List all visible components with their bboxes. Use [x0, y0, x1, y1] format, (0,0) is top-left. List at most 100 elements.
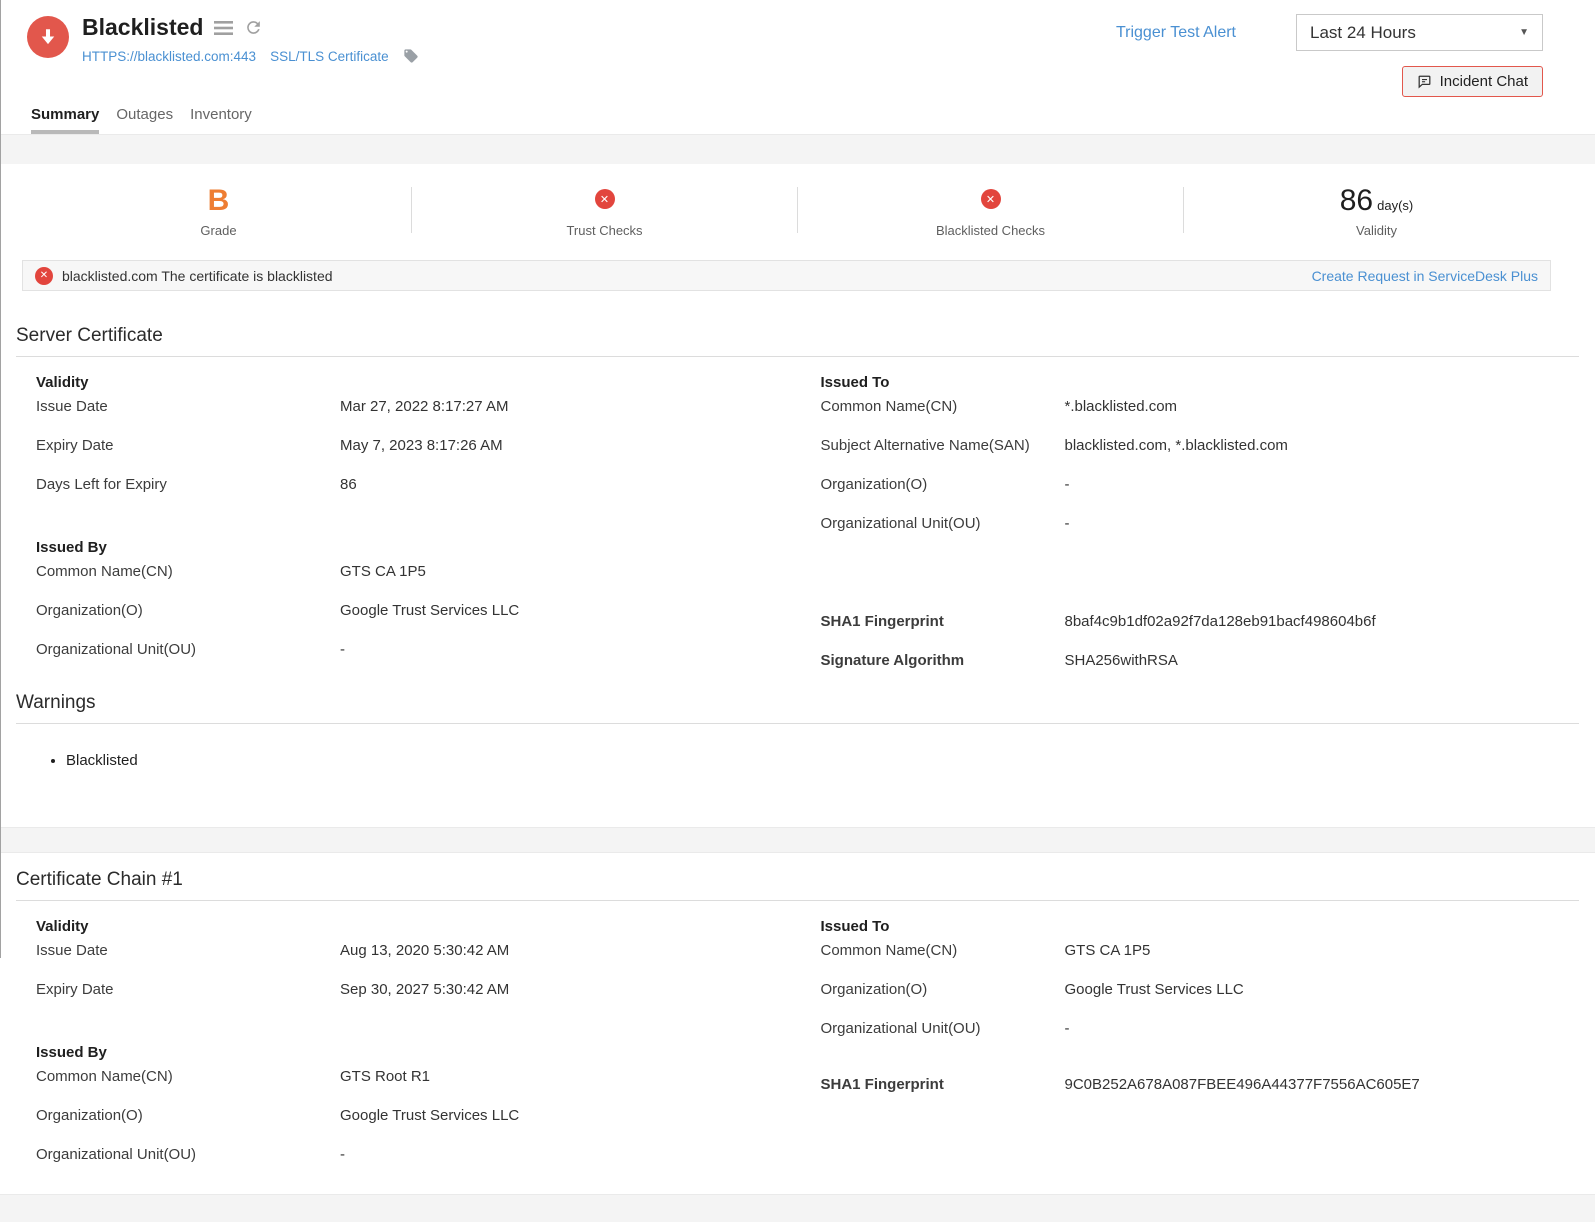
header-actions: Trigger Test Alert Last 24 Hours ▼ Incid… [1116, 14, 1543, 97]
stat-label: Validity [1356, 223, 1397, 238]
server-cert-left-column: Validity Issue Date Mar 27, 2022 8:17:27… [36, 374, 795, 690]
field-label: Expiry Date [36, 437, 114, 454]
field-row: Organization(O) - [821, 475, 1580, 495]
status-summary-strip: B Grade ✕ Trust Checks ✕ Blacklisted Che… [0, 164, 1595, 256]
tab-outages[interactable]: Outages [116, 106, 173, 134]
field-value: Google Trust Services LLC [340, 1107, 520, 1124]
chain-left-column: Validity Issue Date Aug 13, 2020 5:30:42… [36, 918, 795, 1184]
field-row: SHA1 Fingerprint 9C0B252A678A087FBEE496A… [821, 1075, 1580, 1095]
stat-label: Grade [200, 223, 237, 238]
field-value: blacklisted.com, *.blacklisted.com [1064, 437, 1288, 454]
incident-chat-button[interactable]: Incident Chat [1401, 66, 1543, 97]
stat-grade: B Grade [26, 182, 411, 239]
field-row: Organization(O) Google Trust Services LL… [36, 601, 795, 621]
page-title: Blacklisted [82, 14, 204, 40]
tab-summary[interactable]: Summary [31, 106, 100, 134]
alert-bar: ✕ blacklisted.com The certificate is bla… [22, 260, 1551, 291]
field-label: Common Name(CN) [820, 942, 958, 959]
window-left-edge [0, 0, 1, 958]
field-value: Sep 30, 2027 5:30:42 AM [340, 981, 510, 998]
page-bottom-band [0, 1194, 1595, 1222]
field-row: SHA1 Fingerprint 8baf4c9b1df02a92f7da128… [821, 612, 1580, 632]
field-value: GTS CA 1P5 [1064, 942, 1151, 959]
error-x-icon: ✕ [980, 189, 1001, 209]
field-row: Organization(O) Google Trust Services LL… [36, 1106, 795, 1126]
field-value: Google Trust Services LLC [340, 602, 520, 619]
field-row: Organization(O) Google Trust Services LL… [821, 980, 1580, 1000]
field-label: Organization(O) [820, 476, 928, 493]
field-value: - [1064, 515, 1070, 532]
field-row: Days Left for Expiry 86 [36, 475, 795, 495]
validity-group: Validity Issue Date Mar 27, 2022 8:17:27… [36, 374, 795, 495]
field-row: Signature Algorithm SHA256withRSA [821, 651, 1580, 671]
field-label: Issue Date [36, 398, 108, 415]
field-label: Common Name(CN) [36, 1068, 173, 1085]
tab-inventory[interactable]: Inventory [190, 106, 252, 134]
field-row: Common Name(CN) GTS Root R1 [36, 1067, 795, 1087]
trigger-test-alert-link[interactable]: Trigger Test Alert [1116, 24, 1236, 42]
field-value: *.blacklisted.com [1064, 398, 1178, 415]
field-row: Organizational Unit(OU) - [36, 1145, 795, 1165]
monitor-type-link[interactable]: SSL/TLS Certificate [270, 49, 389, 64]
tag-icon[interactable] [403, 48, 419, 64]
monitor-url-link[interactable]: HTTPS://blacklisted.com:443 [82, 49, 256, 64]
time-range-dropdown[interactable]: Last 24 Hours ▼ [1296, 14, 1543, 51]
field-value: 8baf4c9b1df02a92f7da128eb91bacf498604b6f [1064, 613, 1376, 630]
monitor-header: Blacklisted HTTPS://blacklisted.com:443 [0, 0, 1595, 97]
section-divider-band [0, 134, 1595, 164]
field-label: SHA1 Fingerprint [820, 613, 944, 630]
stat-validity: 86 day(s) Validity [1184, 182, 1569, 239]
field-row: Expiry Date Sep 30, 2027 5:30:42 AM [36, 980, 795, 1000]
fingerprint-group: SHA1 Fingerprint 8baf4c9b1df02a92f7da128… [821, 612, 1580, 671]
time-range-value: Last 24 Hours [1310, 22, 1416, 42]
field-row: Common Name(CN) GTS CA 1P5 [821, 941, 1580, 961]
refresh-icon[interactable] [244, 18, 263, 37]
field-value: Mar 27, 2022 8:17:27 AM [340, 398, 509, 415]
field-row: Common Name(CN) *.blacklisted.com [821, 397, 1580, 417]
field-label: Organization(O) [36, 1107, 143, 1124]
field-row: Subject Alternative Name(SAN) blackliste… [821, 436, 1580, 456]
error-x-icon: ✕ [594, 189, 615, 209]
field-label: Organizational Unit(OU) [820, 515, 981, 532]
field-value: 9C0B252A678A087FBEE496A44377F7556AC605E7 [1064, 1076, 1420, 1093]
warning-item: Blacklisted [66, 752, 1579, 769]
alert-message: blacklisted.com The certificate is black… [62, 267, 333, 284]
field-label: Organizational Unit(OU) [820, 1020, 981, 1037]
field-label: Organizational Unit(OU) [36, 641, 197, 658]
issued-to-group: Issued To Common Name(CN) GTS CA 1P5 Org… [821, 918, 1580, 1039]
warnings-list: Blacklisted [66, 752, 1579, 769]
field-label: Organization(O) [36, 602, 143, 619]
chain-right-column: Issued To Common Name(CN) GTS CA 1P5 Org… [821, 918, 1580, 1184]
group-heading: Validity [36, 918, 89, 935]
field-label: Signature Algorithm [820, 652, 965, 669]
server-cert-right-column: Issued To Common Name(CN) *.blacklisted.… [821, 374, 1580, 690]
field-label: SHA1 Fingerprint [820, 1076, 944, 1093]
field-value: Aug 13, 2020 5:30:42 AM [340, 942, 510, 959]
field-label: Organization(O) [820, 981, 928, 998]
issued-to-group: Issued To Common Name(CN) *.blacklisted.… [821, 374, 1580, 534]
stat-label: Blacklisted Checks [935, 223, 1046, 238]
monitor-identity: Blacklisted HTTPS://blacklisted.com:443 [27, 14, 419, 97]
group-heading: Validity [36, 374, 89, 391]
hamburger-icon[interactable] [214, 20, 234, 36]
validity-group: Validity Issue Date Aug 13, 2020 5:30:42… [36, 918, 795, 1000]
section-heading: Warnings [16, 692, 96, 713]
field-label: Common Name(CN) [36, 563, 173, 580]
field-row: Organizational Unit(OU) - [36, 640, 795, 660]
field-value: SHA256withRSA [1064, 652, 1178, 669]
field-label: Common Name(CN) [820, 398, 958, 415]
field-row: Organizational Unit(OU) - [821, 1019, 1580, 1039]
field-row: Issue Date Mar 27, 2022 8:17:27 AM [36, 397, 795, 417]
section-rule [16, 723, 1579, 724]
stat-blacklisted-checks: ✕ Blacklisted Checks [798, 182, 1183, 238]
validity-days-value: 86 [1339, 184, 1374, 217]
field-value: - [340, 1146, 345, 1163]
monitor-down-status-icon [27, 16, 69, 58]
incident-chat-label: Incident Chat [1439, 73, 1528, 90]
field-value: 86 [340, 476, 357, 493]
fingerprint-group: SHA1 Fingerprint 9C0B252A678A087FBEE496A… [821, 1075, 1580, 1095]
field-value: Google Trust Services LLC [1064, 981, 1244, 998]
field-row: Organizational Unit(OU) - [821, 514, 1580, 534]
create-servicedesk-request-link[interactable]: Create Request in ServiceDesk Plus [1312, 268, 1538, 284]
server-certificate-section: Server Certificate Validity Issue Date M… [0, 325, 1595, 690]
